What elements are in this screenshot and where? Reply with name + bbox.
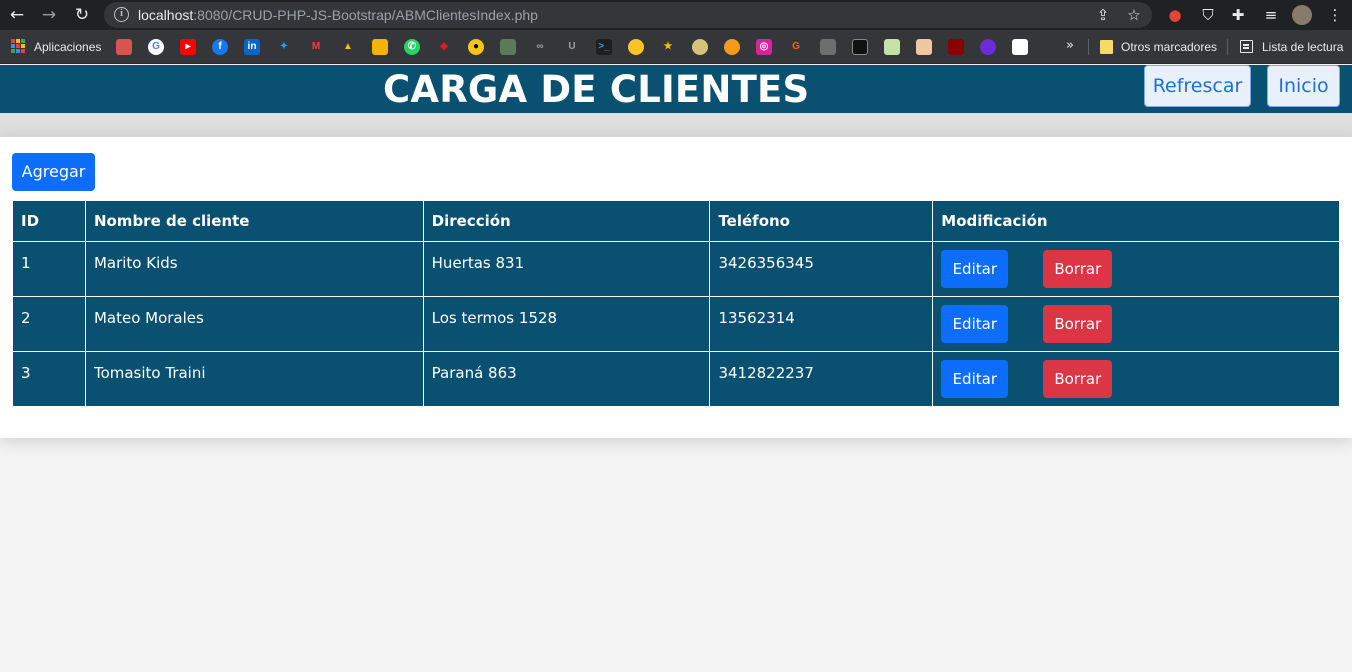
terminal-favicon-icon[interactable]: >_: [596, 39, 612, 55]
site5-favicon-icon[interactable]: [852, 39, 868, 55]
shield-icon[interactable]: ⛉: [1198, 5, 1218, 25]
table-row: 3 Tomasito Traini Paraná 863 3412822237 …: [12, 351, 1340, 407]
page-title: CARGA DE CLIENTES: [383, 68, 810, 111]
site3-favicon-icon[interactable]: [724, 39, 740, 55]
santander-favicon-icon[interactable]: ◈: [436, 39, 452, 55]
reading-list-icon[interactable]: [1240, 40, 1253, 53]
media-control-icon[interactable]: ≡: [1261, 5, 1281, 25]
header-actions: Modificación: [932, 200, 1340, 242]
cell-actions: Editar Borrar: [932, 351, 1340, 407]
header-id: ID: [12, 200, 86, 242]
header-phone: Teléfono: [709, 200, 934, 242]
site-info-icon[interactable]: i: [114, 7, 129, 22]
site9-favicon-icon[interactable]: [980, 39, 996, 55]
address-bar[interactable]: i localhost:8080/CRUD-PHP-JS-Bootstrap/A…: [104, 2, 1152, 28]
cell-actions: Editar Borrar: [932, 296, 1340, 352]
site2-favicon-icon[interactable]: [692, 39, 708, 55]
header-name: Nombre de cliente: [84, 200, 424, 242]
content-card: Agregar ID Nombre de cliente Dirección T…: [0, 137, 1352, 438]
bookmarks-separator: [1088, 39, 1089, 55]
back-icon[interactable]: ←: [6, 4, 28, 26]
browser-toolbar: ← → ↻ i localhost:8080/CRUD-PHP-JS-Boots…: [0, 0, 1352, 30]
table-row: 2 Mateo Morales Los termos 1528 13562314…: [12, 296, 1340, 352]
more-bookmarks-icon[interactable]: »: [1066, 38, 1074, 54]
youtube-favicon-icon[interactable]: ▸: [180, 39, 196, 55]
bookmarks-separator-2: [1227, 39, 1228, 55]
cell-name: Marito Kids: [84, 241, 424, 297]
cell-address: Los termos 1528: [422, 296, 711, 352]
apps-grid-icon[interactable]: [11, 39, 25, 53]
site6-favicon-icon[interactable]: [884, 39, 900, 55]
photos-favicon-icon[interactable]: [372, 39, 388, 55]
header-shadow: [0, 113, 1352, 137]
cell-phone: 13562314: [709, 296, 934, 352]
forward-icon[interactable]: →: [38, 4, 60, 26]
page-header: CARGA DE CLIENTES Refrescar Inicio: [0, 65, 1352, 113]
menu-kebab-icon[interactable]: ⋮: [1325, 5, 1345, 25]
gmail-favicon-icon[interactable]: M: [308, 39, 324, 55]
site4-favicon-icon[interactable]: [820, 39, 836, 55]
twitter-favicon-icon[interactable]: ✦: [276, 39, 292, 55]
linkedin-favicon-icon[interactable]: in: [244, 39, 260, 55]
drive-favicon-icon[interactable]: ▲: [340, 39, 356, 55]
bookmark-reading-list[interactable]: Lista de lectura: [1262, 39, 1343, 55]
site7-favicon-icon[interactable]: [916, 39, 932, 55]
extensions-puzzle-icon[interactable]: ✚: [1228, 5, 1248, 25]
cisco-favicon-icon[interactable]: [1012, 39, 1028, 55]
cell-actions: Editar Borrar: [932, 241, 1340, 297]
edit-button[interactable]: Editar: [941, 360, 1009, 398]
cell-id: 1: [12, 241, 86, 297]
bookmark-apps[interactable]: Aplicaciones: [34, 39, 101, 55]
store-favicon-icon[interactable]: [116, 39, 132, 55]
share-icon[interactable]: ⇪: [1094, 6, 1112, 24]
star-icon[interactable]: ☆: [1125, 6, 1143, 24]
cell-phone: 3426356345: [709, 241, 934, 297]
cell-id: 3: [12, 351, 86, 407]
table-row: 1 Marito Kids Huertas 831 3426356345 Edi…: [12, 241, 1340, 297]
star-favicon-icon[interactable]: ★: [660, 39, 676, 55]
cell-name: Mateo Morales: [84, 296, 424, 352]
header-address: Dirección: [422, 200, 711, 242]
bookmark-other[interactable]: Otros marcadores: [1121, 39, 1217, 55]
cell-id: 2: [12, 296, 86, 352]
delete-button[interactable]: Borrar: [1043, 360, 1113, 398]
udemy-favicon-icon[interactable]: U: [564, 39, 580, 55]
cell-address: Paraná 863: [422, 351, 711, 407]
cell-phone: 3412822237: [709, 351, 934, 407]
site-favicon-icon[interactable]: [500, 39, 516, 55]
edit-button[interactable]: Editar: [941, 250, 1009, 288]
reload-icon[interactable]: ↻: [71, 4, 93, 26]
cell-name: Tomasito Traini: [84, 351, 424, 407]
extension-favicon-icon[interactable]: ●: [468, 39, 484, 55]
url-text[interactable]: localhost:8080/CRUD-PHP-JS-Bootstrap/ABM…: [138, 6, 538, 24]
bookmarks-bar: Aplicaciones G ▸ f in ✦ M ▲ ✆ ◈ ● ∞ U >_…: [0, 30, 1352, 64]
home-button[interactable]: Inicio: [1267, 65, 1340, 107]
meta-favicon-icon[interactable]: ∞: [532, 39, 548, 55]
add-button[interactable]: Agregar: [12, 153, 95, 191]
edit-button[interactable]: Editar: [941, 305, 1009, 343]
extension-lock-icon[interactable]: ●: [1165, 5, 1185, 25]
facebook-favicon-icon[interactable]: f: [212, 39, 228, 55]
emoji-favicon-icon[interactable]: [628, 39, 644, 55]
table-header-row: ID Nombre de cliente Dirección Teléfono …: [12, 200, 1340, 242]
site8-favicon-icon[interactable]: [948, 39, 964, 55]
refresh-button[interactable]: Refrescar: [1144, 65, 1251, 107]
instagram-favicon-icon[interactable]: ◎: [756, 39, 772, 55]
cell-address: Huertas 831: [422, 241, 711, 297]
delete-button[interactable]: Borrar: [1043, 305, 1113, 343]
profile-avatar-icon[interactable]: [1292, 5, 1312, 25]
folder-icon[interactable]: [1100, 40, 1113, 54]
whatsapp-favicon-icon[interactable]: ✆: [404, 39, 420, 55]
clients-table: ID Nombre de cliente Dirección Teléfono …: [12, 200, 1340, 407]
google-favicon-icon[interactable]: G: [148, 39, 164, 55]
delete-button[interactable]: Borrar: [1043, 250, 1113, 288]
g-favicon-icon[interactable]: G: [788, 39, 804, 55]
